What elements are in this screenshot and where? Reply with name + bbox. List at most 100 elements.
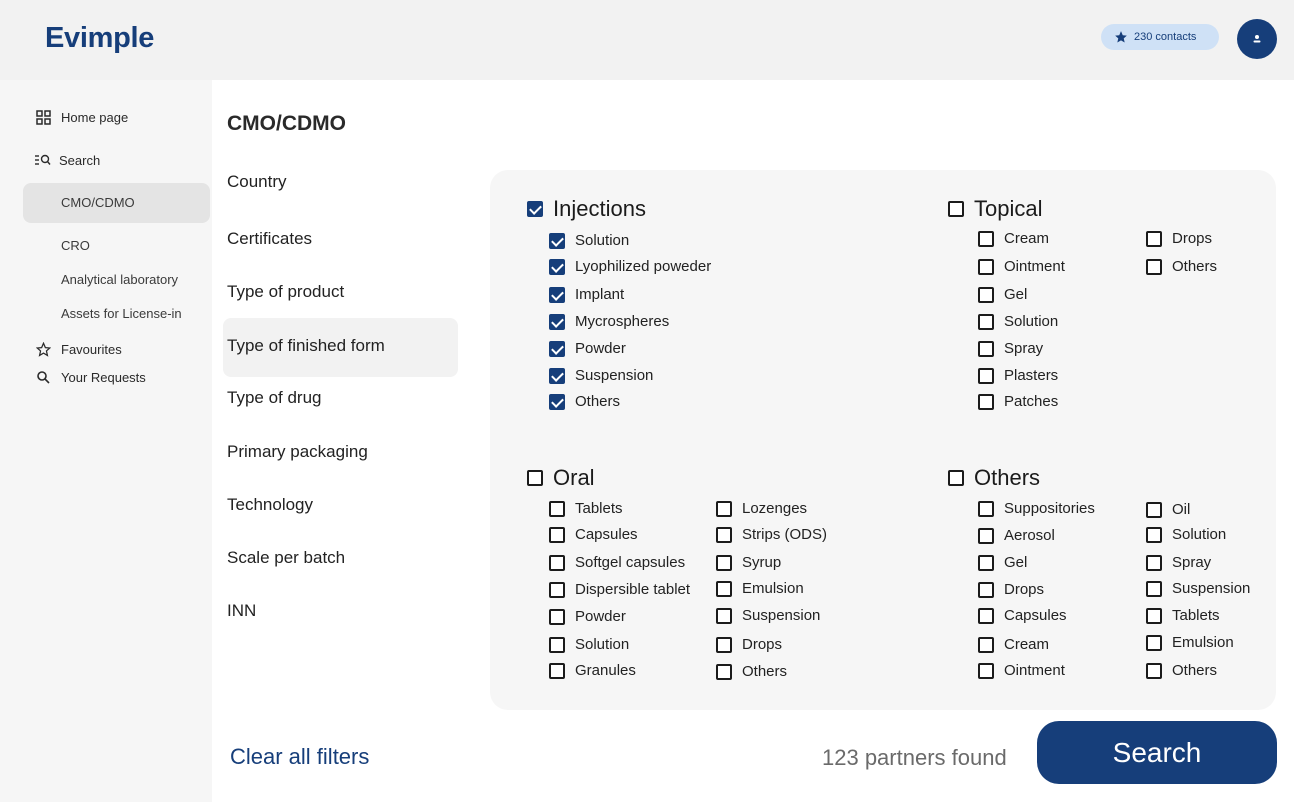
option-others-drops[interactable]: Drops [978, 581, 1044, 598]
sidebar-item-home[interactable]: Home page [35, 109, 128, 125]
search-button[interactable]: Search [1037, 721, 1277, 784]
option-oral-softgel[interactable]: Softgel capsules [549, 554, 685, 571]
clear-all-filters-link[interactable]: Clear all filters [230, 744, 369, 770]
checkbox[interactable] [978, 340, 994, 357]
category-primary-packaging[interactable]: Primary packaging [227, 442, 368, 462]
option-topical-plasters[interactable]: Plasters [978, 367, 1058, 384]
option-others-suspension[interactable]: Suspension [1146, 580, 1250, 597]
checkbox[interactable] [549, 608, 565, 625]
checkbox[interactable] [978, 527, 994, 544]
checkbox[interactable] [549, 286, 565, 303]
option-others-capsules[interactable]: Capsules [978, 607, 1067, 624]
option-others-oil[interactable]: Oil [1146, 501, 1190, 518]
option-oral-suspension[interactable]: Suspension [716, 607, 820, 624]
checkbox[interactable] [1146, 634, 1162, 651]
checkbox[interactable] [527, 201, 543, 217]
checkbox[interactable] [978, 662, 994, 679]
option-others-emulsion[interactable]: Emulsion [1146, 634, 1234, 651]
option-injections-lyophilized[interactable]: Lyophilized poweder [549, 258, 711, 275]
checkbox[interactable] [1146, 501, 1162, 518]
option-topical-gel[interactable]: Gel [978, 286, 1027, 303]
checkbox[interactable] [1146, 662, 1162, 679]
option-oral-granules[interactable]: Granules [549, 662, 636, 679]
checkbox[interactable] [549, 340, 565, 357]
option-others-solution[interactable]: Solution [1146, 526, 1226, 543]
checkbox[interactable] [549, 232, 565, 249]
avatar[interactable] [1237, 19, 1277, 59]
option-topical-ointment[interactable]: Ointment [978, 258, 1065, 275]
option-oral-dispersible[interactable]: Dispersible tablet [549, 581, 690, 598]
checkbox[interactable] [549, 581, 565, 598]
group-others[interactable]: Others [948, 465, 1040, 491]
checkbox[interactable] [978, 393, 994, 410]
checkbox[interactable] [549, 662, 565, 679]
sidebar-item-assets-license-in[interactable]: Assets for License-in [61, 306, 182, 321]
checkbox[interactable] [549, 367, 565, 384]
checkbox[interactable] [549, 554, 565, 571]
checkbox[interactable] [549, 258, 565, 275]
category-certificates[interactable]: Certificates [227, 229, 312, 249]
option-others-aerosol[interactable]: Aerosol [978, 527, 1055, 544]
checkbox[interactable] [549, 313, 565, 330]
group-oral[interactable]: Oral [527, 465, 595, 491]
checkbox[interactable] [1146, 607, 1162, 624]
category-technology[interactable]: Technology [227, 495, 313, 515]
sidebar-item-your-requests[interactable]: Your Requests [35, 369, 146, 385]
checkbox[interactable] [549, 526, 565, 543]
option-oral-tablets[interactable]: Tablets [549, 500, 623, 517]
option-oral-syrup[interactable]: Syrup [716, 554, 781, 571]
group-topical[interactable]: Topical [948, 196, 1042, 222]
option-topical-solution[interactable]: Solution [978, 313, 1058, 330]
option-others-spray[interactable]: Spray [1146, 554, 1211, 571]
option-injections-solution[interactable]: Solution [549, 232, 629, 249]
app-logo[interactable]: Evimple [45, 22, 154, 55]
option-others-gel[interactable]: Gel [978, 554, 1027, 571]
checkbox[interactable] [978, 581, 994, 598]
category-country[interactable]: Country [227, 172, 287, 192]
option-topical-drops[interactable]: Drops [1146, 230, 1212, 247]
checkbox[interactable] [549, 636, 565, 653]
option-oral-drops[interactable]: Drops [716, 636, 782, 653]
option-others-ointment[interactable]: Ointment [978, 662, 1065, 679]
category-inn[interactable]: INN [227, 601, 256, 621]
option-topical-patches[interactable]: Patches [978, 393, 1058, 410]
checkbox[interactable] [978, 313, 994, 330]
checkbox[interactable] [716, 580, 732, 597]
group-injections[interactable]: Injections [527, 196, 646, 222]
checkbox[interactable] [948, 201, 964, 217]
checkbox[interactable] [716, 500, 732, 517]
checkbox[interactable] [1146, 230, 1162, 247]
checkbox[interactable] [978, 286, 994, 303]
option-injections-others[interactable]: Others [549, 393, 620, 410]
option-oral-others[interactable]: Others [716, 663, 787, 680]
sidebar-item-cmo-cdmo[interactable]: CMO/CDMO [61, 195, 135, 210]
checkbox[interactable] [978, 607, 994, 624]
category-type-of-product[interactable]: Type of product [227, 282, 344, 302]
option-oral-solution[interactable]: Solution [549, 636, 629, 653]
sidebar-item-favourites[interactable]: Favourites [35, 341, 122, 357]
sidebar-item-analytical-laboratory[interactable]: Analytical laboratory [61, 272, 178, 287]
option-oral-powder[interactable]: Powder [549, 608, 626, 625]
checkbox[interactable] [716, 526, 732, 543]
checkbox[interactable] [978, 230, 994, 247]
checkbox[interactable] [948, 470, 964, 486]
checkbox[interactable] [716, 607, 732, 624]
checkbox[interactable] [549, 500, 565, 517]
option-oral-lozenges[interactable]: Lozenges [716, 500, 807, 517]
checkbox[interactable] [978, 554, 994, 571]
option-oral-capsules[interactable]: Capsules [549, 526, 638, 543]
contacts-badge[interactable]: 230 contacts [1101, 24, 1219, 50]
option-others-suppositories[interactable]: Suppositories [978, 500, 1095, 517]
option-injections-powder[interactable]: Powder [549, 340, 626, 357]
option-others-tablets[interactable]: Tablets [1146, 607, 1220, 624]
checkbox[interactable] [1146, 526, 1162, 543]
checkbox[interactable] [978, 636, 994, 653]
checkbox[interactable] [1146, 258, 1162, 275]
checkbox[interactable] [716, 636, 732, 653]
category-type-of-finished-form[interactable]: Type of finished form [227, 336, 385, 356]
option-oral-strips[interactable]: Strips (ODS) [716, 526, 827, 543]
option-others-others[interactable]: Others [1146, 662, 1217, 679]
category-type-of-drug[interactable]: Type of drug [227, 388, 322, 408]
option-injections-suspension[interactable]: Suspension [549, 367, 653, 384]
checkbox[interactable] [978, 258, 994, 275]
